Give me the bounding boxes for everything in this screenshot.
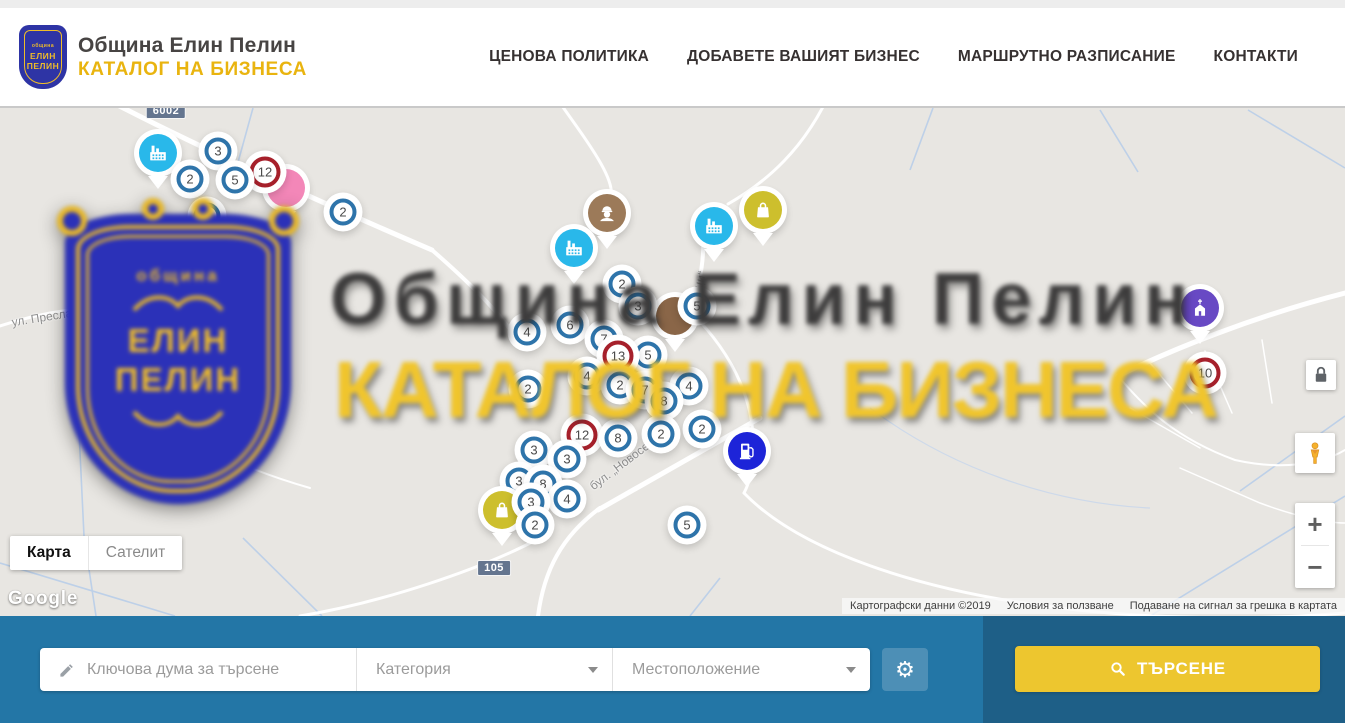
report-map-error-link[interactable]: Подаване на сигнал за грешка в картата <box>1122 600 1345 612</box>
cluster-marker-5[interactable]: 5 <box>635 342 662 369</box>
nav-add-your-business[interactable]: ДОБАВЕТЕ ВАШИЯТ БИЗНЕС <box>687 48 920 66</box>
cluster-marker-2[interactable]: 2 <box>522 512 549 539</box>
cluster-marker-13[interactable]: 13 <box>603 341 634 372</box>
cluster-marker-4[interactable]: 4 <box>676 373 703 400</box>
location-select[interactable]: Местоположение <box>612 648 870 691</box>
terms-of-use-link[interactable]: Условия за ползване <box>999 600 1122 612</box>
search-icon <box>1109 660 1127 678</box>
crest-name-line2: ПЕЛИН <box>27 61 60 71</box>
advanced-search-button[interactable]: ⚙ <box>882 648 928 691</box>
satellite-view-button[interactable]: Сателит <box>88 536 182 570</box>
fuel-icon <box>736 440 758 462</box>
search-button-label: ТЪРСЕНЕ <box>1137 659 1226 679</box>
cluster-marker-2[interactable]: 2 <box>330 199 357 226</box>
site-title: Община Елин Пелин <box>78 34 307 58</box>
cluster-marker-2[interactable]: 2 <box>194 203 221 230</box>
search-button[interactable]: ТЪРСЕНЕ <box>1015 646 1320 692</box>
map-type-control: Карта Сателит <box>10 536 182 570</box>
cluster-marker-4[interactable]: 4 <box>514 319 541 346</box>
fuel-pin[interactable] <box>728 432 766 470</box>
map-canvas[interactable]: 6002105ул. Преславбул. „Новоселци“ 32125… <box>0 108 1345 616</box>
road-label: 6002 <box>146 108 186 119</box>
cluster-marker-3[interactable]: 3 <box>205 138 232 165</box>
lock-icon <box>1310 364 1332 386</box>
factory-icon <box>563 237 585 259</box>
cluster-marker-10[interactable]: 10 <box>1190 358 1221 389</box>
main-nav: ЦЕНОВА ПОЛИТИКА ДОБАВЕТЕ ВАШИЯТ БИЗНЕС М… <box>489 48 1320 66</box>
cluster-marker-12[interactable]: 12 <box>250 157 281 188</box>
map-attribution: Картографски данни ©2019 Условия за полз… <box>842 598 1345 614</box>
factory-icon <box>147 142 169 164</box>
factory-pin[interactable] <box>695 207 733 245</box>
pencil-icon <box>58 660 76 680</box>
site-header: община ЕЛИН ПЕЛИН Община Елин Пелин КАТА… <box>0 8 1345 108</box>
map-view-button[interactable]: Карта <box>10 536 88 570</box>
pegman-icon <box>1303 441 1327 465</box>
map-data-copyright: Картографски данни ©2019 <box>842 600 999 612</box>
cluster-marker-4[interactable]: 4 <box>574 363 601 390</box>
factory-pin[interactable] <box>555 229 593 267</box>
cluster-marker-5[interactable]: 5 <box>222 167 249 194</box>
page: община ЕЛИН ПЕЛИН Община Елин Пелин КАТА… <box>0 0 1345 725</box>
zoom-in-button[interactable]: + <box>1295 503 1335 545</box>
keyword-input[interactable] <box>87 661 342 679</box>
cluster-marker-3[interactable]: 3 <box>625 293 652 320</box>
search-fields-group: Категория Местоположение <box>40 648 870 691</box>
site-subtitle: КАТАЛОГ НА БИЗНЕСА <box>78 59 307 81</box>
cluster-marker-8[interactable]: 8 <box>651 388 678 415</box>
cluster-marker-4[interactable]: 4 <box>554 486 581 513</box>
municipality-crest-logo: община ЕЛИН ПЕЛИН <box>20 26 66 88</box>
church-pin[interactable] <box>1181 289 1219 327</box>
cluster-marker-2[interactable]: 2 <box>648 421 675 448</box>
chevron-down-icon <box>588 667 598 673</box>
worker-icon <box>596 202 618 224</box>
road-label: ци“ <box>691 269 710 290</box>
keyword-field <box>40 648 356 691</box>
crest-town-word: община <box>32 43 54 49</box>
google-logo[interactable]: Google <box>8 588 78 610</box>
church-icon <box>1189 297 1211 319</box>
cluster-marker-2[interactable]: 2 <box>689 416 716 443</box>
nav-contacts[interactable]: КОНТАКТИ <box>1214 48 1298 66</box>
cluster-marker-5[interactable]: 5 <box>674 512 701 539</box>
road-label: 105 <box>477 560 511 576</box>
factory-pin[interactable] <box>139 134 177 172</box>
category-select[interactable]: Категория <box>356 648 612 691</box>
zoom-control: + − <box>1295 503 1335 588</box>
bag-pin[interactable] <box>744 191 782 229</box>
cluster-marker-8[interactable]: 8 <box>605 425 632 452</box>
chevron-down-icon <box>846 667 856 673</box>
bag-pin[interactable] <box>483 491 521 529</box>
nav-route-schedule[interactable]: МАРШРУТНО РАЗПИСАНИЕ <box>958 48 1176 66</box>
site-logo[interactable]: община ЕЛИН ПЕЛИН Община Елин Пелин КАТА… <box>20 26 307 88</box>
crest-name-line1: ЕЛИН <box>30 51 56 61</box>
factory-icon <box>703 215 725 237</box>
brand-text: Община Елин Пелин КАТАЛОГ НА БИЗНЕСА <box>78 34 307 81</box>
bag-icon <box>752 199 774 221</box>
search-bar: Категория Местоположение ⚙ ТЪРСЕНЕ <box>0 616 1345 723</box>
category-select-value: Категория <box>376 661 451 679</box>
pegman-button[interactable] <box>1295 433 1335 473</box>
lock-button[interactable] <box>1306 360 1336 390</box>
cluster-marker-2[interactable]: 2 <box>515 376 542 403</box>
bag-icon <box>491 499 513 521</box>
worker-pin[interactable] <box>588 194 626 232</box>
cluster-marker-6[interactable]: 6 <box>557 312 584 339</box>
cluster-marker-2[interactable]: 2 <box>607 372 634 399</box>
cluster-marker-5[interactable]: 5 <box>684 293 711 320</box>
nav-pricing-policy[interactable]: ЦЕНОВА ПОЛИТИКА <box>489 48 649 66</box>
road-label: ул. Преслав <box>11 305 80 329</box>
cluster-marker-2[interactable]: 2 <box>177 166 204 193</box>
location-select-value: Местоположение <box>632 661 760 679</box>
gear-icon: ⚙ <box>895 657 915 683</box>
cluster-marker-3[interactable]: 3 <box>554 446 581 473</box>
top-strip <box>0 0 1345 8</box>
cluster-marker-3[interactable]: 3 <box>521 437 548 464</box>
zoom-out-button[interactable]: − <box>1295 546 1335 588</box>
